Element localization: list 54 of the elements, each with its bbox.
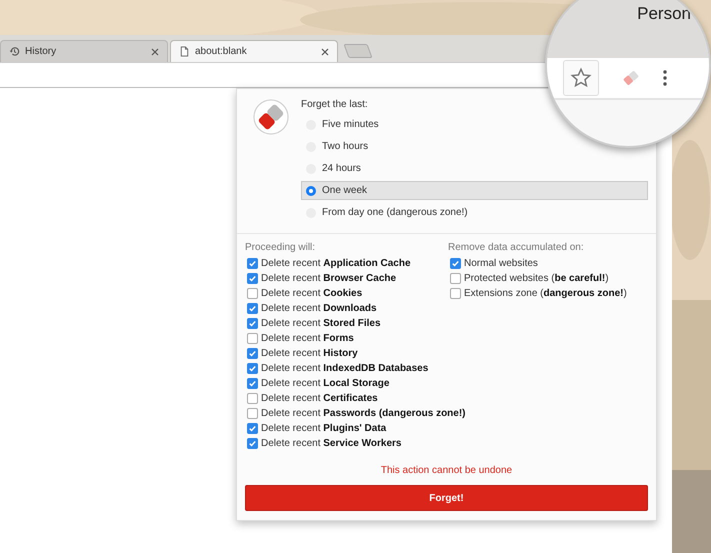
- checkbox-label: Delete recent Passwords (dangerous zone!): [261, 408, 466, 419]
- history-icon: [9, 46, 20, 57]
- checkbox-label: Normal websites: [464, 258, 538, 269]
- profile-name[interactable]: Person: [637, 4, 691, 24]
- checkbox[interactable]: [247, 318, 258, 329]
- checkbox[interactable]: [247, 348, 258, 359]
- checkbox-label: Delete recent History: [261, 348, 358, 359]
- checkbox[interactable]: [247, 408, 258, 419]
- radio-option[interactable]: Five minutes: [301, 115, 384, 134]
- checkbox-label: Protected websites (be careful!): [464, 273, 609, 284]
- checkbox-label: Delete recent Cookies: [261, 288, 362, 299]
- checkbox[interactable]: [247, 303, 258, 314]
- radio-option[interactable]: From day one (dangerous zone!): [301, 203, 473, 222]
- checkbox-label: Delete recent Plugins' Data: [261, 423, 386, 434]
- checkbox[interactable]: [247, 273, 258, 284]
- checkbox-label: Delete recent Local Storage: [261, 378, 390, 389]
- checkbox-label: Delete recent Service Workers: [261, 438, 402, 449]
- eraser-icon[interactable]: [621, 68, 641, 88]
- warning-text: This action cannot be undone: [380, 465, 514, 477]
- close-icon[interactable]: [321, 48, 329, 56]
- checkbox-label: Delete recent Forms: [261, 333, 354, 344]
- checkbox-label: Delete recent Downloads: [261, 303, 377, 314]
- browser-tab[interactable]: History: [0, 40, 168, 62]
- section-heading: Remove data accumulated on:: [448, 242, 585, 255]
- checkbox[interactable]: [247, 258, 258, 269]
- menu-icon[interactable]: [663, 70, 667, 86]
- checkbox[interactable]: [247, 288, 258, 299]
- radio-option[interactable]: 24 hours: [301, 159, 366, 178]
- checkbox[interactable]: [450, 273, 461, 284]
- checkbox[interactable]: [247, 393, 258, 404]
- checkbox-label: Delete recent Application Cache: [261, 258, 411, 269]
- checkbox[interactable]: [450, 288, 461, 299]
- checkbox[interactable]: [247, 333, 258, 344]
- radio-option[interactable]: Two hours: [301, 137, 374, 156]
- browser-tab[interactable]: about:blank: [170, 40, 338, 62]
- section-heading: Proceeding will:: [245, 242, 316, 255]
- checkbox-label: Extensions zone (dangerous zone!): [464, 288, 627, 299]
- checkbox[interactable]: [247, 363, 258, 374]
- checkbox[interactable]: [247, 378, 258, 389]
- bookmark-button[interactable]: [563, 60, 599, 96]
- forget-button[interactable]: Forget!: [245, 485, 648, 511]
- star-icon: [570, 67, 592, 89]
- checkbox-label: Delete recent Certificates: [261, 393, 378, 404]
- eraser-logo-icon: [253, 99, 289, 135]
- page-icon: [179, 46, 190, 57]
- checkbox-label: Delete recent IndexedDB Databases: [261, 363, 428, 374]
- section-heading: Forget the last:: [301, 99, 369, 111]
- checkbox[interactable]: [247, 438, 258, 449]
- checkbox[interactable]: [247, 423, 258, 434]
- close-icon[interactable]: [151, 48, 159, 56]
- checkbox[interactable]: [450, 258, 461, 269]
- checkbox-label: Delete recent Stored Files: [261, 318, 381, 329]
- radio-option[interactable]: One week: [301, 181, 648, 200]
- checkbox-label: Delete recent Browser Cache: [261, 273, 396, 284]
